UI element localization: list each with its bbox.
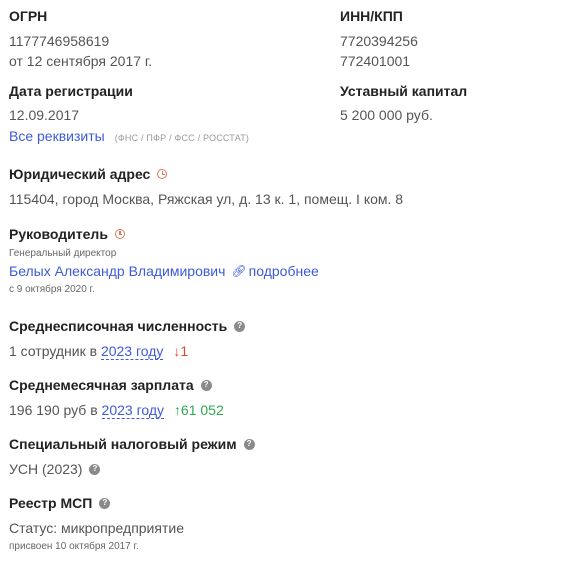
director-since: с 9 октября 2020 г. <box>9 284 95 295</box>
capital-label: Уставный капитал <box>340 83 468 99</box>
inn-kpp-label: ИНН/КПП <box>340 8 403 24</box>
tax-value: УСН (2023) <box>9 461 83 477</box>
headcount-year-link[interactable]: 2023 году <box>100 343 164 360</box>
director-name-link[interactable]: Белых Александр Владимирович <box>9 263 225 279</box>
salary-value: 196 190 руб в <box>9 402 98 418</box>
director-position: Генеральный директор <box>9 248 117 259</box>
ogrn-value: 1177746958619 <box>9 33 110 49</box>
inn-kpp-block: ИНН/КПП 7720394256 772401001 <box>340 8 418 69</box>
headcount-title: Среднесписочная численность ? <box>9 318 246 334</box>
director-block: Руководитель Генеральный директор Белых … <box>9 226 319 295</box>
help-icon[interactable]: ? <box>234 320 246 332</box>
clock-icon[interactable] <box>114 229 125 239</box>
registration-label: Дата регистрации <box>9 83 133 99</box>
msp-block: Реестр МСП ? Статус: микропредприятие пр… <box>9 495 184 552</box>
headcount-block: Среднесписочная численность ? 1 сотрудни… <box>9 318 246 360</box>
help-icon[interactable]: ? <box>243 438 255 450</box>
salary-change: ↑61 052 <box>173 402 224 418</box>
salary-block: Среднемесячная зарплата ? 196 190 руб в … <box>9 377 224 419</box>
ogrn-block: ОГРН 1177746958619 от 12 сентября 2017 г… <box>9 8 152 69</box>
msp-status: Статус: микропредприятие <box>9 520 184 536</box>
capital-value: 5 200 000 руб. <box>340 107 433 123</box>
link-icon: 🔗︎ <box>231 264 247 278</box>
tax-value-row: УСН (2023) ? <box>9 461 255 477</box>
director-title: Руководитель <box>9 226 319 242</box>
director-label: Руководитель <box>9 226 108 242</box>
tax-title: Специальный налоговый режим ? <box>9 436 255 452</box>
director-name-row: Белых Александр Владимирович 🔗︎ подробне… <box>9 263 319 279</box>
clock-icon[interactable] <box>157 169 168 179</box>
headcount-label: Среднесписочная численность <box>9 318 228 334</box>
tax-label: Специальный налоговый режим <box>9 436 237 452</box>
salary-title: Среднемесячная зарплата ? <box>9 377 224 393</box>
headcount-change: ↓1 <box>173 343 189 359</box>
ogrn-label: ОГРН <box>9 8 48 24</box>
help-icon[interactable]: ? <box>99 497 111 509</box>
salary-year-link[interactable]: 2023 году <box>101 402 165 419</box>
ogrn-date: от 12 сентября 2017 г. <box>9 53 153 69</box>
help-icon[interactable]: ? <box>200 379 212 391</box>
address-value: 115404, город Москва, Ряжская ул, д. 13 … <box>9 191 404 207</box>
kpp-value: 772401001 <box>340 53 411 69</box>
msp-title: Реестр МСП ? <box>9 495 184 511</box>
salary-value-row: 196 190 руб в 2023 году ↑61 052 <box>9 402 224 419</box>
capital-block: Уставный капитал 5 200 000 руб. <box>340 83 467 123</box>
help-icon[interactable]: ? <box>89 463 101 475</box>
address-label: Юридический адрес <box>9 166 151 182</box>
director-more-link[interactable]: подробнее <box>249 263 319 279</box>
requisites-note: (ФНС / ПФР / ФСС / РОССТАТ) <box>114 133 250 143</box>
requisites-row: Все реквизиты (ФНС / ПФР / ФСС / РОССТАТ… <box>9 128 249 144</box>
registration-block: Дата регистрации 12.09.2017 <box>9 83 133 123</box>
address-block: Юридический адрес 115404, город Москва, … <box>9 166 403 207</box>
inn-value: 7720394256 <box>340 33 418 49</box>
tax-block: Специальный налоговый режим ? УСН (2023)… <box>9 436 255 477</box>
salary-label: Среднемесячная зарплата <box>9 377 194 393</box>
msp-assigned: присвоен 10 октября 2017 г. <box>9 541 139 552</box>
headcount-value: 1 сотрудник в <box>9 343 98 359</box>
address-title: Юридический адрес <box>9 166 403 182</box>
msp-label: Реестр МСП <box>9 495 93 511</box>
all-requisites-link[interactable]: Все реквизиты <box>9 128 105 144</box>
headcount-value-row: 1 сотрудник в 2023 году ↓1 <box>9 343 245 360</box>
registration-value: 12.09.2017 <box>9 107 80 123</box>
